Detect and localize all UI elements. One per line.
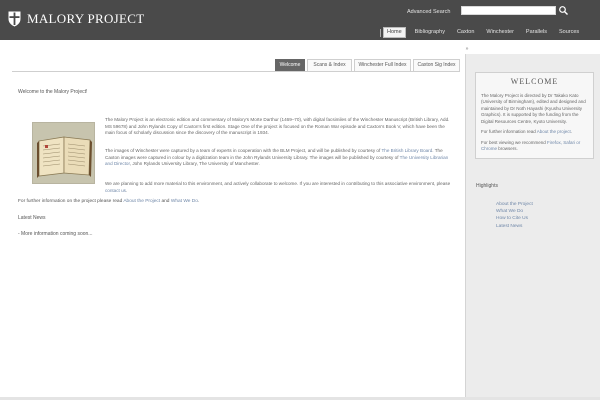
what-we-do-link[interactable]: What We Do — [171, 199, 198, 204]
main-nav: Home Bibliography Caxton Winchester Para… — [380, 26, 588, 39]
welcome-box-info: For further information read About the p… — [481, 129, 588, 136]
nav-bibliography[interactable]: Bibliography — [412, 28, 448, 38]
nav-caxton[interactable]: Caxton — [454, 28, 477, 38]
site-header: MALORY PROJECT Advanced Search Home Bibl… — [0, 0, 600, 40]
about-the-project-link[interactable]: About the project — [537, 129, 571, 134]
latest-news-heading: Latest News — [18, 215, 46, 221]
nav-parallels[interactable]: Parallels — [523, 28, 550, 38]
about-project-link[interactable]: About the Project — [123, 199, 160, 204]
p4-text-1: For further information on the project p… — [18, 199, 124, 204]
site-logo[interactable]: MALORY PROJECT — [8, 10, 145, 29]
browser-text-1: For best viewing we recommend — [481, 139, 548, 145]
tab-winchester-full-index[interactable]: Winchester Full Index — [354, 59, 411, 71]
p4-text-3: . — [197, 199, 200, 204]
welcome-box-browsers: For best viewing we recommend Firefox, S… — [481, 140, 588, 153]
open-book-image — [33, 123, 94, 183]
list-item: How to Cite Us — [496, 215, 533, 222]
search-input[interactable] — [461, 6, 556, 15]
highlight-about-link[interactable]: About the Project — [496, 202, 533, 207]
more-info-text: - More information coming soon... — [18, 231, 93, 237]
welcome-heading: Welcome to the Malory Project! — [18, 89, 88, 95]
contact-us-link[interactable]: contact us — [105, 188, 126, 193]
further-info-paragraph: For further information on the project p… — [18, 199, 199, 206]
tabs-divider — [12, 71, 460, 72]
intro-paragraph: The Malory Project is an electronic edit… — [105, 117, 450, 136]
list-item: Latest News — [496, 223, 533, 230]
logo-text: MALORY PROJECT — [27, 11, 145, 26]
images-paragraph: The images of Winchester were captured b… — [105, 148, 455, 168]
right-sidebar: WELCOME The Malory Project is directed b… — [465, 54, 600, 398]
tab-scans-index[interactable]: Scans & Index — [307, 59, 352, 71]
list-item: What We Do — [496, 208, 533, 215]
tab-caxton-sig-index[interactable]: Caxton Sig Index — [413, 59, 460, 71]
browser-text-2: browsers. — [497, 146, 518, 152]
manuscript-image — [32, 122, 95, 184]
highlight-what-we-do-link[interactable]: What We Do — [496, 209, 523, 214]
p4-text-2: and — [160, 199, 171, 204]
list-item: About the Project — [496, 201, 533, 208]
p3-text-2: . — [125, 187, 128, 193]
planning-paragraph: We are planning to add more material to … — [105, 181, 455, 194]
info-text-1: For further information read — [481, 129, 537, 135]
nav-divider — [380, 28, 381, 37]
info-text-2: . — [570, 129, 573, 135]
advanced-search-link[interactable]: Advanced Search — [407, 9, 450, 17]
search-icon[interactable] — [558, 5, 569, 16]
highlights-list: About the Project What We Do How to Cite… — [496, 201, 533, 230]
collapse-sidebar-icon[interactable]: » — [464, 46, 470, 52]
british-library-link[interactable]: The British Library Board — [381, 148, 432, 153]
p3-text-1: We are planning to add more material to … — [105, 181, 451, 186]
highlights-heading: Highlights — [476, 183, 498, 189]
shield-icon — [8, 11, 21, 27]
highlight-latest-news-link[interactable]: Latest News — [496, 224, 522, 229]
nav-home[interactable]: Home — [383, 26, 406, 39]
p2-text-1: The images of Winchester were captured b… — [105, 148, 382, 153]
p2-text-3: , John Rylands University Library, The U… — [129, 161, 260, 167]
welcome-box-title: WELCOME — [510, 77, 559, 86]
highlight-how-to-cite-link[interactable]: How to Cite Us — [496, 216, 528, 221]
welcome-box-text: The Malory Project is directed by Dr Tak… — [481, 92, 586, 124]
nav-sources[interactable]: Sources — [556, 28, 582, 38]
welcome-box: WELCOME The Malory Project is directed b… — [475, 72, 594, 159]
tab-welcome[interactable]: Welcome — [275, 59, 305, 71]
nav-winchester[interactable]: Winchester — [483, 28, 517, 38]
